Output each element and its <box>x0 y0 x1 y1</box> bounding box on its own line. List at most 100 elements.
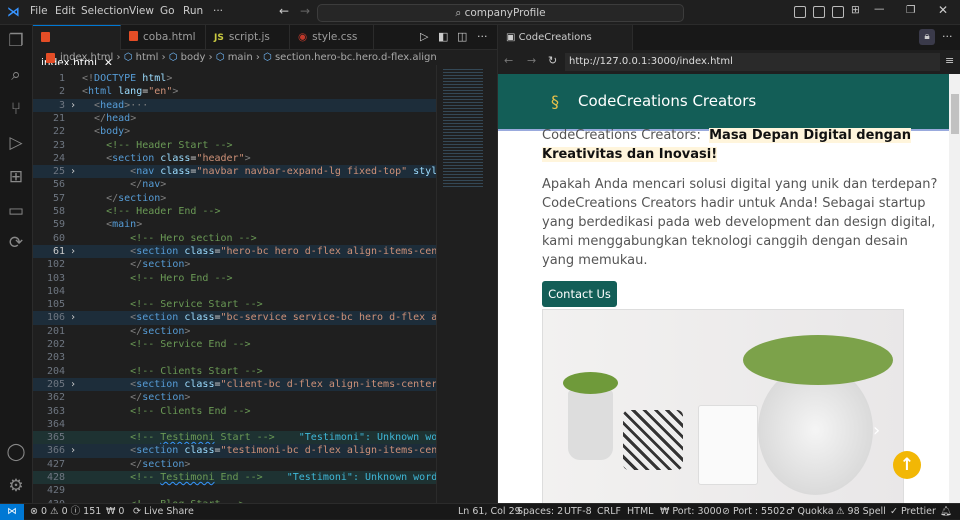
code-line[interactable]: 58 <!-- Header End --> <box>33 205 436 218</box>
toggle-secondary-sidebar-icon[interactable] <box>832 6 844 18</box>
account-icon[interactable]: ◯ <box>6 442 26 462</box>
scrollbar-thumb[interactable] <box>951 94 959 134</box>
forward-arrow-icon[interactable]: → <box>300 4 310 18</box>
carousel-next-icon[interactable]: › <box>873 420 880 441</box>
back-to-top-button[interactable]: ↑ <box>893 451 921 479</box>
minimap[interactable] <box>436 65 496 503</box>
customize-layout-icon[interactable]: ⊞ <box>851 4 860 16</box>
menu-go[interactable]: Go <box>160 5 175 17</box>
code-line[interactable]: 365 <!-- Testimoni Start --> "Testimoni"… <box>33 431 436 445</box>
code-editor[interactable]: 1 <!DOCTYPE html> 2 <html lang="en"> 3 › <hea… <box>33 65 436 503</box>
code-line[interactable]: 61 › <section class="hero-bc hero d-flex … <box>33 244 436 259</box>
code-line[interactable]: 201 </section> <box>33 325 436 338</box>
breadcrumb-item[interactable]: main <box>228 52 253 63</box>
live-share-icon[interactable]: ⟳ <box>6 233 26 253</box>
ports-indicator[interactable]: ₩ 0 <box>106 504 124 519</box>
code-line[interactable]: 3 › <head>··· <box>33 98 436 112</box>
minimize-icon[interactable]: — <box>874 3 885 15</box>
extensions-icon[interactable]: ⊞ <box>6 167 26 187</box>
code-line[interactable]: 106 › <section class="bc-service service-… <box>33 311 436 325</box>
tab-style-css[interactable]: ◉ style.css <box>290 25 374 50</box>
more-actions-icon[interactable]: ··· <box>477 30 488 43</box>
fold-chevron-icon[interactable]: › <box>70 245 76 258</box>
toggle-panel-icon[interactable] <box>813 6 825 18</box>
source-control-icon[interactable]: ⑂ <box>6 99 26 119</box>
code-line[interactable]: 202 <!-- Service End --> <box>33 338 436 351</box>
code-line[interactable]: 59 <main> <box>33 218 436 231</box>
code-line[interactable]: 103 <!-- Hero End --> <box>33 272 436 285</box>
indentation[interactable]: Spaces: 2 <box>517 504 563 519</box>
code-line[interactable]: 362 </section> <box>33 391 436 404</box>
menu-selection[interactable]: Selection <box>81 5 129 17</box>
run-debug-icon[interactable]: ▷ <box>6 133 26 153</box>
breadcrumb-item[interactable]: body <box>181 52 206 63</box>
line-ending[interactable]: CRLF <box>597 504 621 519</box>
menu-run[interactable]: Run <box>183 5 203 17</box>
code-line[interactable]: 57 </section> <box>33 192 436 205</box>
url-input[interactable]: http://127.0.0.1:3000/index.html <box>565 53 940 71</box>
code-line[interactable]: 23 <!-- Header Start --> <box>33 139 436 152</box>
back-arrow-icon[interactable]: ← <box>279 4 289 18</box>
run-icon[interactable]: ▷ <box>420 30 428 43</box>
code-line[interactable]: 429 <box>33 484 436 497</box>
tab-index-html[interactable]: index.html ✕ <box>33 25 121 69</box>
spell-button[interactable]: ⚠ 98 Spell <box>836 504 886 519</box>
tab-coba-html[interactable]: coba.html <box>121 25 206 50</box>
port-5502-button[interactable]: ⊘ Port : 5502 <box>722 504 785 519</box>
code-line[interactable]: 56 </nav> <box>33 178 436 191</box>
menu-icon[interactable]: ≡ <box>945 54 954 67</box>
notifications-bell-icon[interactable]: 🔔︎ <box>940 504 952 519</box>
code-line[interactable]: 363 <!-- Clients End --> <box>33 405 436 418</box>
search-icon[interactable]: ⌕ <box>6 65 26 85</box>
port-3000-button[interactable]: ₩ Port: 3000 <box>660 504 722 519</box>
open-preview-icon[interactable]: ◧ <box>438 30 448 43</box>
code-line[interactable]: 21 </head> <box>33 112 436 125</box>
menu-more[interactable]: ··· <box>213 5 223 17</box>
brand-name[interactable]: CodeCreations Creators <box>578 92 756 110</box>
settings-gear-icon[interactable]: ⚙ <box>6 476 26 496</box>
split-editor-icon[interactable]: ◫ <box>457 30 467 43</box>
restore-icon[interactable]: ❐ <box>906 4 915 16</box>
fold-chevron-icon[interactable]: › <box>70 165 76 178</box>
more-actions-icon[interactable]: ··· <box>942 30 953 43</box>
problems-indicator[interactable]: ⊗ 0 ⚠ 0 ⓘ 151 <box>30 504 101 519</box>
code-line[interactable]: 102 </section> <box>33 258 436 271</box>
code-line[interactable]: 364 <box>33 418 436 431</box>
contact-us-button[interactable]: Contact Us <box>542 281 617 307</box>
lock-icon[interactable]: 🔒︎ <box>919 29 935 45</box>
forward-arrow-icon[interactable]: → <box>527 54 536 67</box>
code-line[interactable]: 366 › <section class="testimoni-bc d-flex… <box>33 444 436 458</box>
close-window-icon[interactable]: ✕ <box>938 3 948 17</box>
reload-icon[interactable]: ↻ <box>548 54 557 67</box>
quokka-button[interactable]: ♂ Quokka <box>786 504 834 519</box>
code-line[interactable]: 203 <box>33 351 436 364</box>
code-line[interactable]: 205 › <section class="client-bc d-flex al… <box>33 377 436 392</box>
code-line[interactable]: 60 <!-- Hero section --> <box>33 232 436 245</box>
breadcrumb-item[interactable]: html <box>136 52 159 63</box>
explorer-icon[interactable]: ❐ <box>6 31 26 51</box>
live-share-button[interactable]: ⟳ Live Share <box>133 504 194 519</box>
fold-chevron-icon[interactable]: › <box>70 378 76 391</box>
cursor-position[interactable]: Ln 61, Col 29 <box>458 504 521 519</box>
breadcrumb-item[interactable]: section.hero-bc.hero.d-flex.align-items-… <box>275 52 436 63</box>
code-line[interactable]: 427 </section> <box>33 458 436 471</box>
code-line[interactable]: 22 <body> <box>33 125 436 138</box>
remote-indicator-icon[interactable]: ⋈ <box>0 504 24 520</box>
code-line[interactable]: 104 <box>33 285 436 298</box>
fold-chevron-icon[interactable]: › <box>70 311 76 324</box>
tab-script-js[interactable]: JS script.js <box>206 25 290 50</box>
prettier-button[interactable]: ✓ Prettier <box>890 504 936 519</box>
language-mode[interactable]: HTML <box>627 504 653 519</box>
tab-browser[interactable]: ▣ CodeCreations Creators✕ <box>498 25 633 68</box>
menu-file[interactable]: File <box>30 5 48 17</box>
code-line[interactable]: 105 <!-- Service Start --> <box>33 298 436 311</box>
code-line[interactable]: 2 <html lang="en"> <box>33 85 436 98</box>
remote-explorer-icon[interactable]: ▭ <box>6 201 26 221</box>
code-line[interactable]: 428 <!-- Testimoni End --> "Testimoni": … <box>33 471 436 485</box>
encoding[interactable]: UTF-8 <box>564 504 592 519</box>
breadcrumb-item[interactable]: index.html <box>60 52 113 63</box>
toggle-sidebar-icon[interactable] <box>794 6 806 18</box>
command-center-search[interactable]: ⌕ companyProfile <box>317 4 684 22</box>
menu-view[interactable]: View <box>129 5 154 17</box>
menu-edit[interactable]: Edit <box>55 5 75 17</box>
